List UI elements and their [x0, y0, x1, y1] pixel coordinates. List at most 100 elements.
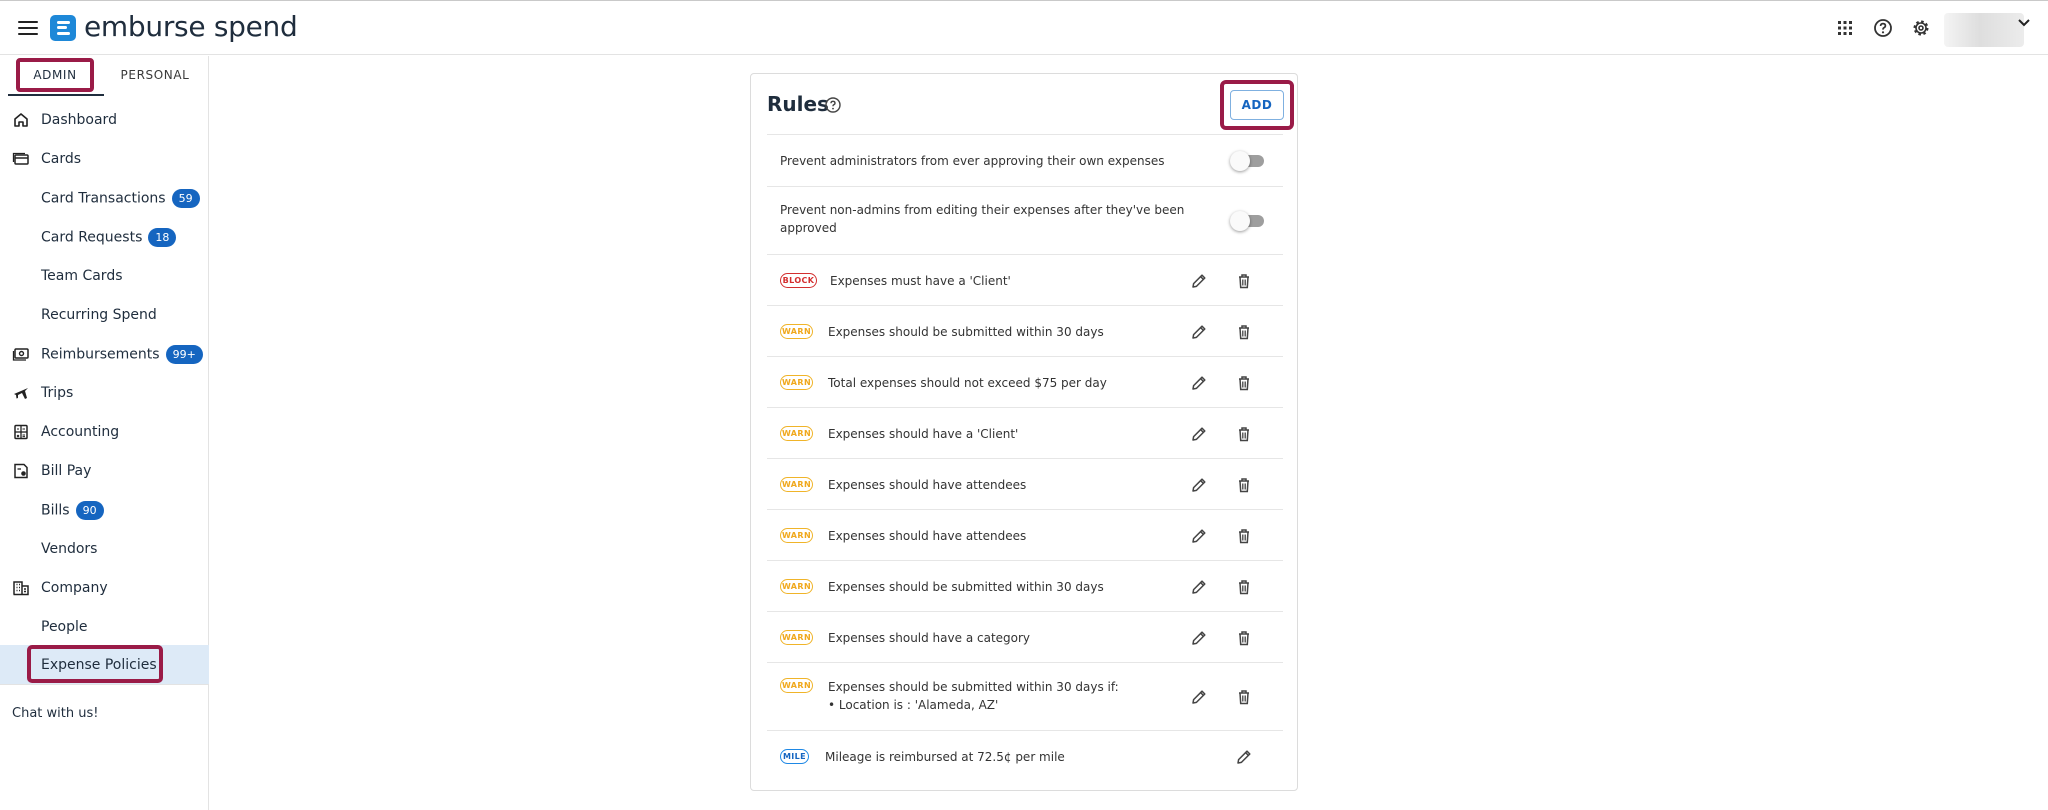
sidebar: ADMIN PERSONAL Dashboard Cards Card Tran… [0, 56, 209, 810]
edit-pencil-icon[interactable] [1190, 323, 1208, 341]
toggle-rule-row: Prevent administrators from ever approvi… [767, 134, 1283, 186]
sidebar-item-expense-policies[interactable]: Expense Policies [0, 645, 209, 685]
brand-name: emburse spend [84, 10, 298, 43]
rule-text: Mileage is reimbursed at 72.5¢ per mile [825, 750, 1065, 764]
add-rule-button[interactable]: ADD [1230, 90, 1284, 120]
help-circle-icon[interactable] [824, 96, 842, 114]
sidebar-item-label: Accounting [41, 424, 120, 440]
sidebar-item-label: People [41, 619, 88, 635]
settings-gear-icon[interactable] [1910, 17, 1932, 39]
delete-trash-icon[interactable] [1235, 578, 1253, 596]
sidebar-item-label: Reimbursements [41, 346, 160, 362]
edit-pencil-icon[interactable] [1190, 476, 1208, 494]
delete-trash-icon[interactable] [1235, 425, 1253, 443]
rule-severity-badge: WARN [780, 375, 813, 390]
rule-severity-badge: WARN [780, 477, 813, 492]
sidebar-item-card-requests[interactable]: Card Requests 18 [0, 220, 209, 254]
rule-text: Expenses should be submitted within 30 d… [828, 580, 1104, 594]
toggle-rule-row: Prevent non-admins from editing their ex… [767, 186, 1283, 254]
logo-icon [50, 15, 76, 41]
rule-text: Expenses should have a 'Client' [828, 427, 1019, 441]
rule-text: Expenses should have attendees [828, 529, 1027, 543]
sidebar-item-label: Trips [41, 385, 74, 401]
menu-icon[interactable] [18, 21, 38, 35]
delete-trash-icon[interactable] [1235, 476, 1253, 494]
building-icon [13, 581, 29, 596]
user-avatar[interactable] [1944, 13, 2024, 47]
sidebar-item-trips[interactable]: Trips [0, 376, 209, 410]
home-icon [14, 113, 28, 127]
sidebar-item-label: Expense Policies [41, 657, 157, 673]
edit-pencil-icon[interactable] [1190, 374, 1208, 392]
count-badge: 18 [148, 227, 177, 247]
apps-grid-icon[interactable] [1834, 17, 1856, 39]
sidebar-divider [0, 684, 209, 685]
edit-pencil-icon[interactable] [1190, 527, 1208, 545]
edit-pencil-icon[interactable] [1190, 425, 1208, 443]
active-tab-indicator [8, 94, 104, 96]
sidebar-item-label: Vendors [41, 541, 98, 557]
count-badge: 90 [75, 500, 104, 520]
rule-severity-badge: WARN [780, 528, 813, 543]
delete-trash-icon[interactable] [1235, 629, 1253, 647]
sidebar-item-card-transactions[interactable]: Card Transactions 59 [0, 181, 209, 215]
sidebar-item-people[interactable]: People [0, 610, 209, 644]
rule-severity-badge: MILE [780, 749, 809, 764]
rule-text: Prevent administrators from ever approvi… [780, 154, 1165, 168]
sidebar-item-team-cards[interactable]: Team Cards [0, 259, 209, 293]
rule-row: WARN Expenses should be submitted within … [767, 560, 1283, 611]
delete-trash-icon[interactable] [1235, 323, 1253, 341]
rule-row: WARN Expenses should have a 'Client' [767, 407, 1283, 458]
accounting-icon [14, 424, 28, 440]
edit-pencil-icon[interactable] [1190, 629, 1208, 647]
rule-toggle[interactable] [1230, 211, 1264, 231]
sidebar-item-company[interactable]: Company [0, 571, 209, 605]
sidebar-item-recurring-spend[interactable]: Recurring Spend [0, 298, 209, 332]
rule-toggle[interactable] [1230, 151, 1264, 171]
delete-trash-icon[interactable] [1235, 527, 1253, 545]
plane-icon [14, 388, 28, 399]
rule-severity-badge: WARN [780, 678, 813, 693]
money-icon [12, 348, 29, 361]
chevron-down-icon[interactable] [2016, 15, 2032, 31]
rule-row: BLOCK Expenses must have a 'Client' [767, 254, 1283, 305]
rule-row: MILE Mileage is reimbursed at 72.5¢ per m… [767, 730, 1283, 781]
edit-pencil-icon[interactable] [1190, 578, 1208, 596]
edit-pencil-icon[interactable] [1190, 272, 1208, 290]
rules-title: Rules [767, 92, 829, 116]
rule-text: Expenses should have a category [828, 631, 1031, 645]
rule-condition: • Location is : 'Alameda, AZ' [828, 698, 999, 712]
sidebar-item-bill-pay[interactable]: Bill Pay [0, 454, 209, 488]
rule-text: Expenses should have attendees [828, 478, 1027, 492]
edit-pencil-icon[interactable] [1190, 688, 1208, 706]
rules-card: Rules ADD Prevent administrators from ev… [750, 73, 1298, 791]
rule-row: WARN Expenses should be submitted within … [767, 662, 1283, 730]
sidebar-item-label: Cards [41, 151, 82, 167]
delete-trash-icon[interactable] [1235, 272, 1253, 290]
help-circle-icon[interactable] [1872, 17, 1894, 39]
delete-trash-icon[interactable] [1235, 374, 1253, 392]
sidebar-item-accounting[interactable]: Accounting [0, 415, 209, 449]
tab-personal[interactable]: PERSONAL [108, 56, 202, 94]
sidebar-item-dashboard[interactable]: Dashboard [0, 103, 209, 137]
rule-text: Expenses must have a 'Client' [830, 274, 1011, 288]
edit-pencil-icon[interactable] [1235, 748, 1253, 766]
sidebar-item-reimbursements[interactable]: Reimbursements 99+ [0, 337, 209, 371]
rule-row: WARN Total expenses should not exceed $75… [767, 356, 1283, 407]
sidebar-item-bills[interactable]: Bills 90 [0, 493, 209, 527]
rule-row: WARN Expenses should have a category [767, 611, 1283, 662]
count-badge: 59 [171, 188, 200, 208]
sidebar-item-label: Team Cards [41, 268, 123, 284]
rule-text-continued: approved [780, 221, 837, 235]
sidebar-item-vendors[interactable]: Vendors [0, 532, 209, 566]
rule-row: WARN Expenses should be submitted within … [767, 305, 1283, 356]
top-bar: emburse spend [0, 0, 2048, 55]
sidebar-item-label: Card Transactions [41, 190, 166, 206]
tab-admin[interactable]: ADMIN [16, 58, 94, 92]
rule-text: Expenses should be submitted within 30 d… [828, 325, 1104, 339]
sidebar-item-cards[interactable]: Cards [0, 142, 209, 176]
rule-severity-badge: WARN [780, 324, 813, 339]
chat-link[interactable]: Chat with us! [12, 706, 98, 721]
bill-icon [14, 463, 28, 479]
delete-trash-icon[interactable] [1235, 688, 1253, 706]
